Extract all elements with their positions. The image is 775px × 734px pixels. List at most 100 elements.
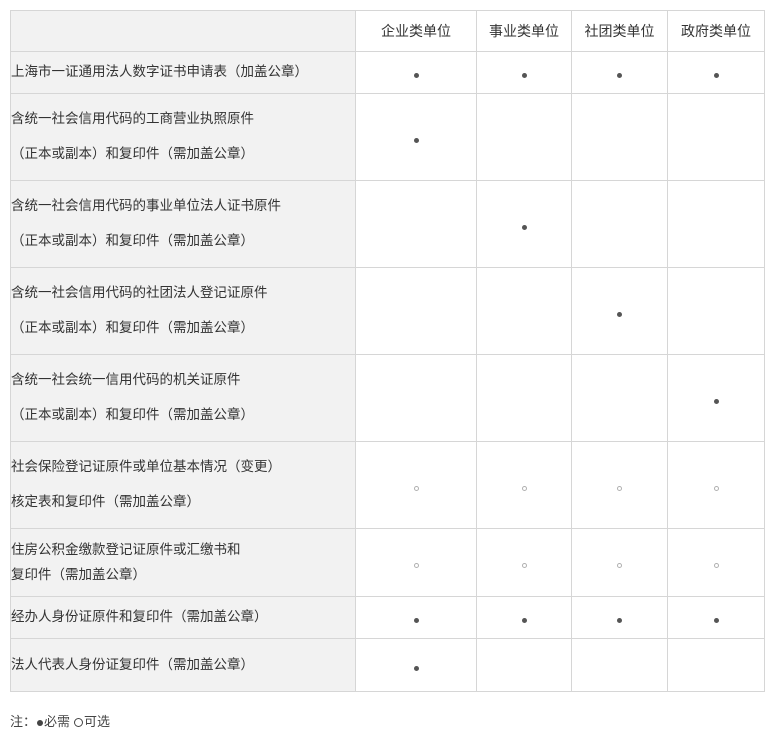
requirement-mark-cell <box>476 638 572 692</box>
requirement-mark-cell <box>355 354 477 442</box>
table-row: 含统一社会统一信用代码的机关证原件 （正本或副本）和复印件（需加盖公章） <box>10 354 765 442</box>
required-dot-icon <box>617 618 622 623</box>
required-dot-icon <box>413 137 419 143</box>
header-enterprise: 企业类单位 <box>355 10 477 52</box>
requirement-label-line: 含统一社会信用代码的工商营业执照原件 <box>11 111 254 127</box>
requirement-mark-cell <box>476 51 572 94</box>
requirement-mark-cell <box>571 51 668 94</box>
table-row: 社会保险登记证原件或单位基本情况（变更） 核定表和复印件（需加盖公章） <box>10 441 765 529</box>
requirement-mark-cell <box>355 93 477 181</box>
requirement-mark-cell <box>476 354 572 442</box>
requirement-label: 含统一社会信用代码的社团法人登记证原件 （正本或副本）和复印件（需加盖公章） <box>10 267 356 355</box>
requirement-mark-cell <box>571 596 668 639</box>
requirement-mark-cell <box>355 180 477 268</box>
requirement-label: 法人代表人身份证复印件（需加盖公章） <box>10 638 356 692</box>
requirement-mark-cell <box>476 528 572 597</box>
requirement-label-line: 含统一社会统一信用代码的机关证原件 <box>11 372 241 388</box>
optional-circle-icon <box>617 485 622 491</box>
required-dot-icon <box>413 618 419 623</box>
optional-circle-icon <box>413 485 419 491</box>
requirement-mark-cell <box>667 51 765 94</box>
requirement-mark-cell <box>355 596 477 639</box>
table-row: 上海市一证通用法人数字证书申请表（加盖公章） <box>10 51 765 94</box>
requirement-mark-cell <box>667 596 765 639</box>
table-row: 经办人身份证原件和复印件（需加盖公章） <box>10 596 765 639</box>
requirement-mark-cell <box>571 638 668 692</box>
requirement-mark-cell <box>476 596 572 639</box>
optional-circle-icon <box>413 563 419 568</box>
requirement-mark-cell <box>667 267 765 355</box>
header-public-institution: 事业类单位 <box>476 10 572 52</box>
optional-circle-icon <box>713 563 719 568</box>
note-prefix: 注： <box>10 715 37 730</box>
requirement-label-line: 经办人身份证原件和复印件（需加盖公章） <box>11 609 268 625</box>
requirement-mark-cell <box>571 441 668 529</box>
requirement-mark-cell <box>667 441 765 529</box>
requirements-table: 企业类单位 事业类单位 社团类单位 政府类单位 上海市一证通用法人数字证书申请表… <box>10 10 765 692</box>
requirement-label-line: 含统一社会信用代码的事业单位法人证书原件 <box>11 198 281 214</box>
requirement-mark-cell <box>667 638 765 692</box>
optional-circle-icon <box>617 563 622 568</box>
requirement-label: 经办人身份证原件和复印件（需加盖公章） <box>10 596 356 639</box>
requirement-mark-cell <box>571 180 668 268</box>
requirement-label-line: 含统一社会信用代码的社团法人登记证原件 <box>11 285 268 301</box>
requirement-label: 含统一社会统一信用代码的机关证原件 （正本或副本）和复印件（需加盖公章） <box>10 354 356 442</box>
optional-circle-icon <box>74 718 84 727</box>
requirement-label: 上海市一证通用法人数字证书申请表（加盖公章） <box>10 51 356 94</box>
requirement-mark-cell <box>667 354 765 442</box>
optional-circle-icon <box>713 485 719 491</box>
requirement-mark-cell <box>667 93 765 181</box>
header-social-organization: 社团类单位 <box>571 10 668 52</box>
required-dot-icon <box>713 618 719 623</box>
requirement-label: 社会保险登记证原件或单位基本情况（变更） 核定表和复印件（需加盖公章） <box>10 441 356 529</box>
requirement-label-line: 社会保险登记证原件或单位基本情况（变更） <box>11 459 281 475</box>
requirement-label: 住房公积金缴款登记证原件或汇缴书和 复印件（需加盖公章） <box>10 528 356 597</box>
requirement-mark-cell <box>355 638 477 692</box>
required-dot-icon <box>413 665 419 671</box>
requirement-label-line: （正本或副本）和复印件（需加盖公章） <box>11 320 254 336</box>
requirement-mark-cell <box>476 180 572 268</box>
requirement-mark-cell <box>355 528 477 597</box>
requirement-mark-cell <box>571 93 668 181</box>
requirement-mark-cell <box>355 267 477 355</box>
requirement-mark-cell <box>476 441 572 529</box>
header-corner <box>10 10 356 52</box>
required-dot-icon <box>521 73 527 78</box>
required-dot-icon <box>617 73 622 78</box>
requirement-mark-cell <box>667 528 765 597</box>
required-dot-icon <box>37 719 44 726</box>
requirement-label-line: 住房公积金缴款登记证原件或汇缴书和 <box>11 541 241 558</box>
requirement-mark-cell <box>571 267 668 355</box>
note-required-label: 必需 <box>44 715 71 730</box>
requirement-label-line: 核定表和复印件（需加盖公章） <box>11 494 200 510</box>
optional-circle-icon <box>521 563 527 568</box>
requirement-label-line: 法人代表人身份证复印件（需加盖公章） <box>11 656 254 673</box>
required-dot-icon <box>713 398 719 404</box>
required-dot-icon <box>413 73 419 78</box>
table-row: 法人代表人身份证复印件（需加盖公章） <box>10 638 765 692</box>
required-dot-icon <box>713 73 719 78</box>
requirement-mark-cell <box>355 51 477 94</box>
requirement-mark-cell <box>571 528 668 597</box>
optional-circle-icon <box>521 485 527 491</box>
required-dot-icon <box>617 311 622 317</box>
required-dot-icon <box>521 224 527 230</box>
requirement-mark-cell <box>355 441 477 529</box>
header-row: 企业类单位 事业类单位 社团类单位 政府类单位 <box>10 10 765 52</box>
required-dot-icon <box>521 618 527 623</box>
requirement-label-line: （正本或副本）和复印件（需加盖公章） <box>11 233 254 249</box>
requirement-label: 含统一社会信用代码的工商营业执照原件 （正本或副本）和复印件（需加盖公章） <box>10 93 356 181</box>
legend-note: 注： 必需 可选 <box>10 711 110 730</box>
requirement-mark-cell <box>476 93 572 181</box>
requirement-label-line: （正本或副本）和复印件（需加盖公章） <box>11 407 254 423</box>
requirement-label-line: 上海市一证通用法人数字证书申请表（加盖公章） <box>11 64 308 80</box>
note-optional-label: 可选 <box>84 715 111 730</box>
requirement-mark-cell <box>476 267 572 355</box>
table-row: 含统一社会信用代码的事业单位法人证书原件 （正本或副本）和复印件（需加盖公章） <box>10 180 765 268</box>
header-government: 政府类单位 <box>667 10 765 52</box>
requirement-mark-cell <box>667 180 765 268</box>
table-row: 含统一社会信用代码的社团法人登记证原件 （正本或副本）和复印件（需加盖公章） <box>10 267 765 355</box>
requirement-label-line: （正本或副本）和复印件（需加盖公章） <box>11 146 254 162</box>
requirement-mark-cell <box>571 354 668 442</box>
table-row: 含统一社会信用代码的工商营业执照原件 （正本或副本）和复印件（需加盖公章） <box>10 93 765 181</box>
